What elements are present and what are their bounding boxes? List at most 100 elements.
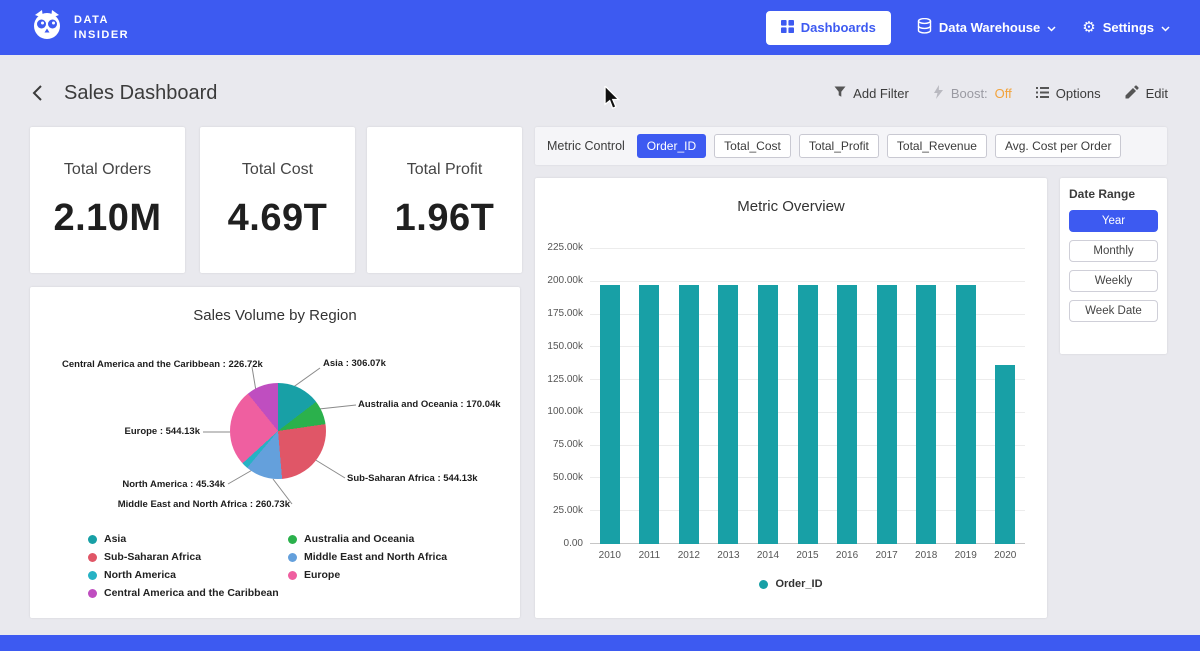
legend-item-sub-saharan-africa[interactable]: Sub-Saharan Africa (88, 551, 201, 563)
pie[interactable] (230, 383, 326, 479)
legend-dot (88, 571, 97, 580)
filter-funnel-icon (834, 86, 846, 101)
pie-callout-central-america: Central America and the Caribbean : 226.… (62, 359, 250, 370)
bar-2017[interactable] (877, 285, 897, 544)
data-warehouse-menu[interactable]: Data Warehouse (917, 18, 1056, 37)
boost-state: Off (995, 86, 1012, 101)
kpi-label: Total Cost (242, 161, 313, 179)
dashboards-label: Dashboards (801, 20, 876, 35)
settings-menu[interactable]: ⚙ Settings (1082, 20, 1170, 35)
bar-legend[interactable]: Order_ID (535, 578, 1047, 590)
bar-column (630, 248, 670, 544)
kpi-card-total-cost: Total Cost 4.69T (200, 127, 355, 273)
x-tick-label: 2018 (906, 550, 946, 561)
metric-button-total-profit[interactable]: Total_Profit (799, 134, 879, 158)
bar-legend-dot (759, 580, 768, 589)
options-button[interactable]: Options (1036, 86, 1101, 101)
legend-dot (288, 535, 297, 544)
sales-volume-chart-card: Sales Volume by Region Asia : 306.07k Au… (30, 287, 520, 618)
bar-2016[interactable] (837, 285, 857, 544)
add-filter-label: Add Filter (853, 86, 909, 101)
dashboards-button[interactable]: Dashboards (766, 11, 891, 45)
bar-2015[interactable] (798, 285, 818, 544)
kpi-card-total-profit: Total Profit 1.96T (367, 127, 522, 273)
bar-column (709, 248, 749, 544)
x-tick-label: 2014 (748, 550, 788, 561)
legend-label: Sub-Saharan Africa (104, 551, 201, 563)
add-filter-button[interactable]: Add Filter (834, 86, 909, 101)
brand-logo[interactable]: DATA INSIDER (30, 8, 129, 47)
legend-item-asia[interactable]: Asia (88, 533, 126, 545)
dashboards-grid-icon (781, 20, 794, 36)
boost-bolt-icon (933, 85, 944, 102)
top-navbar: DATA INSIDER Dashboards (0, 0, 1200, 55)
bar-column (788, 248, 828, 544)
bar-column (867, 248, 907, 544)
legend-dot (288, 571, 297, 580)
boost-toggle[interactable]: Boost: Off (933, 85, 1012, 102)
kpi-label: Total Profit (407, 161, 483, 179)
date-range-week-date[interactable]: Week Date (1069, 300, 1158, 322)
legend-item-north-america[interactable]: North America (88, 569, 176, 581)
boost-label: Boost: (951, 86, 988, 101)
metric-button-order-id[interactable]: Order_ID (637, 134, 706, 158)
legend-label: Middle East and North Africa (304, 551, 447, 563)
kpi-label: Total Orders (64, 161, 151, 179)
legend-label: Australia and Oceania (304, 533, 414, 545)
pie-callout-asia: Asia : 306.07k (323, 358, 386, 369)
chevron-down-icon (1047, 20, 1056, 35)
back-button[interactable] (32, 85, 42, 101)
legend-item-australia-oceania[interactable]: Australia and Oceania (288, 533, 414, 545)
kpi-value: 4.69T (228, 197, 328, 240)
legend-label: Europe (304, 569, 340, 581)
pie-callout-europe: Europe : 544.13k (50, 426, 200, 437)
bar-2012[interactable] (679, 285, 699, 544)
pie-chart-title: Sales Volume by Region (30, 307, 520, 324)
pie-callout-north-america: North America : 45.34k (50, 479, 225, 490)
chevron-down-icon (1161, 20, 1170, 35)
legend-dot (88, 589, 97, 598)
legend-dot (288, 553, 297, 562)
data-warehouse-label: Data Warehouse (939, 20, 1040, 35)
bar-2020[interactable] (995, 365, 1015, 544)
x-tick-label: 2013 (709, 550, 749, 561)
date-range-year[interactable]: Year (1069, 210, 1158, 232)
bar-column (827, 248, 867, 544)
pie-callout-sub-saharan: Sub-Saharan Africa : 544.13k (347, 473, 478, 484)
legend-dot (88, 553, 97, 562)
pie-callout-australia: Australia and Oceania : 170.04k (358, 399, 501, 410)
page-header: Sales Dashboard Add Filter Boost: Off (0, 75, 1200, 111)
bar-column (985, 248, 1025, 544)
metric-control-bar: Metric Control Order_ID Total_Cost Total… (535, 127, 1167, 165)
bar-2011[interactable] (639, 285, 659, 544)
bar-2013[interactable] (718, 285, 738, 544)
settings-label: Settings (1103, 20, 1154, 35)
bar-2010[interactable] (600, 285, 620, 544)
kpi-value: 2.10M (53, 197, 161, 240)
gear-icon: ⚙ (1082, 20, 1095, 35)
date-range-monthly[interactable]: Monthly (1069, 240, 1158, 262)
date-range-weekly[interactable]: Weekly (1069, 270, 1158, 292)
bar-y-axis: 225.00k200.00k175.00k150.00k125.00k100.0… (535, 248, 583, 544)
owl-logo-icon (30, 8, 64, 47)
metric-button-avg-cost-per-order[interactable]: Avg. Cost per Order (995, 134, 1122, 158)
bar-2014[interactable] (758, 285, 778, 544)
x-tick-label: 2012 (669, 550, 709, 561)
bar-column (946, 248, 986, 544)
legend-item-central-america[interactable]: Central America and the Caribbean (88, 587, 279, 599)
database-icon (917, 18, 932, 37)
bar-legend-label: Order_ID (775, 578, 822, 590)
legend-item-middle-east[interactable]: Middle East and North Africa (288, 551, 447, 563)
bar-2019[interactable] (956, 285, 976, 544)
legend-item-europe[interactable]: Europe (288, 569, 340, 581)
x-tick-label: 2011 (630, 550, 670, 561)
metric-button-total-revenue[interactable]: Total_Revenue (887, 134, 987, 158)
bar-chart-title: Metric Overview (535, 198, 1047, 215)
bar-2018[interactable] (916, 285, 936, 544)
legend-label: North America (104, 569, 176, 581)
edit-button[interactable]: Edit (1125, 85, 1168, 102)
metric-button-total-cost[interactable]: Total_Cost (714, 134, 791, 158)
legend-label: Central America and the Caribbean (104, 587, 279, 599)
bar-column (590, 248, 630, 544)
x-tick-label: 2020 (985, 550, 1025, 561)
